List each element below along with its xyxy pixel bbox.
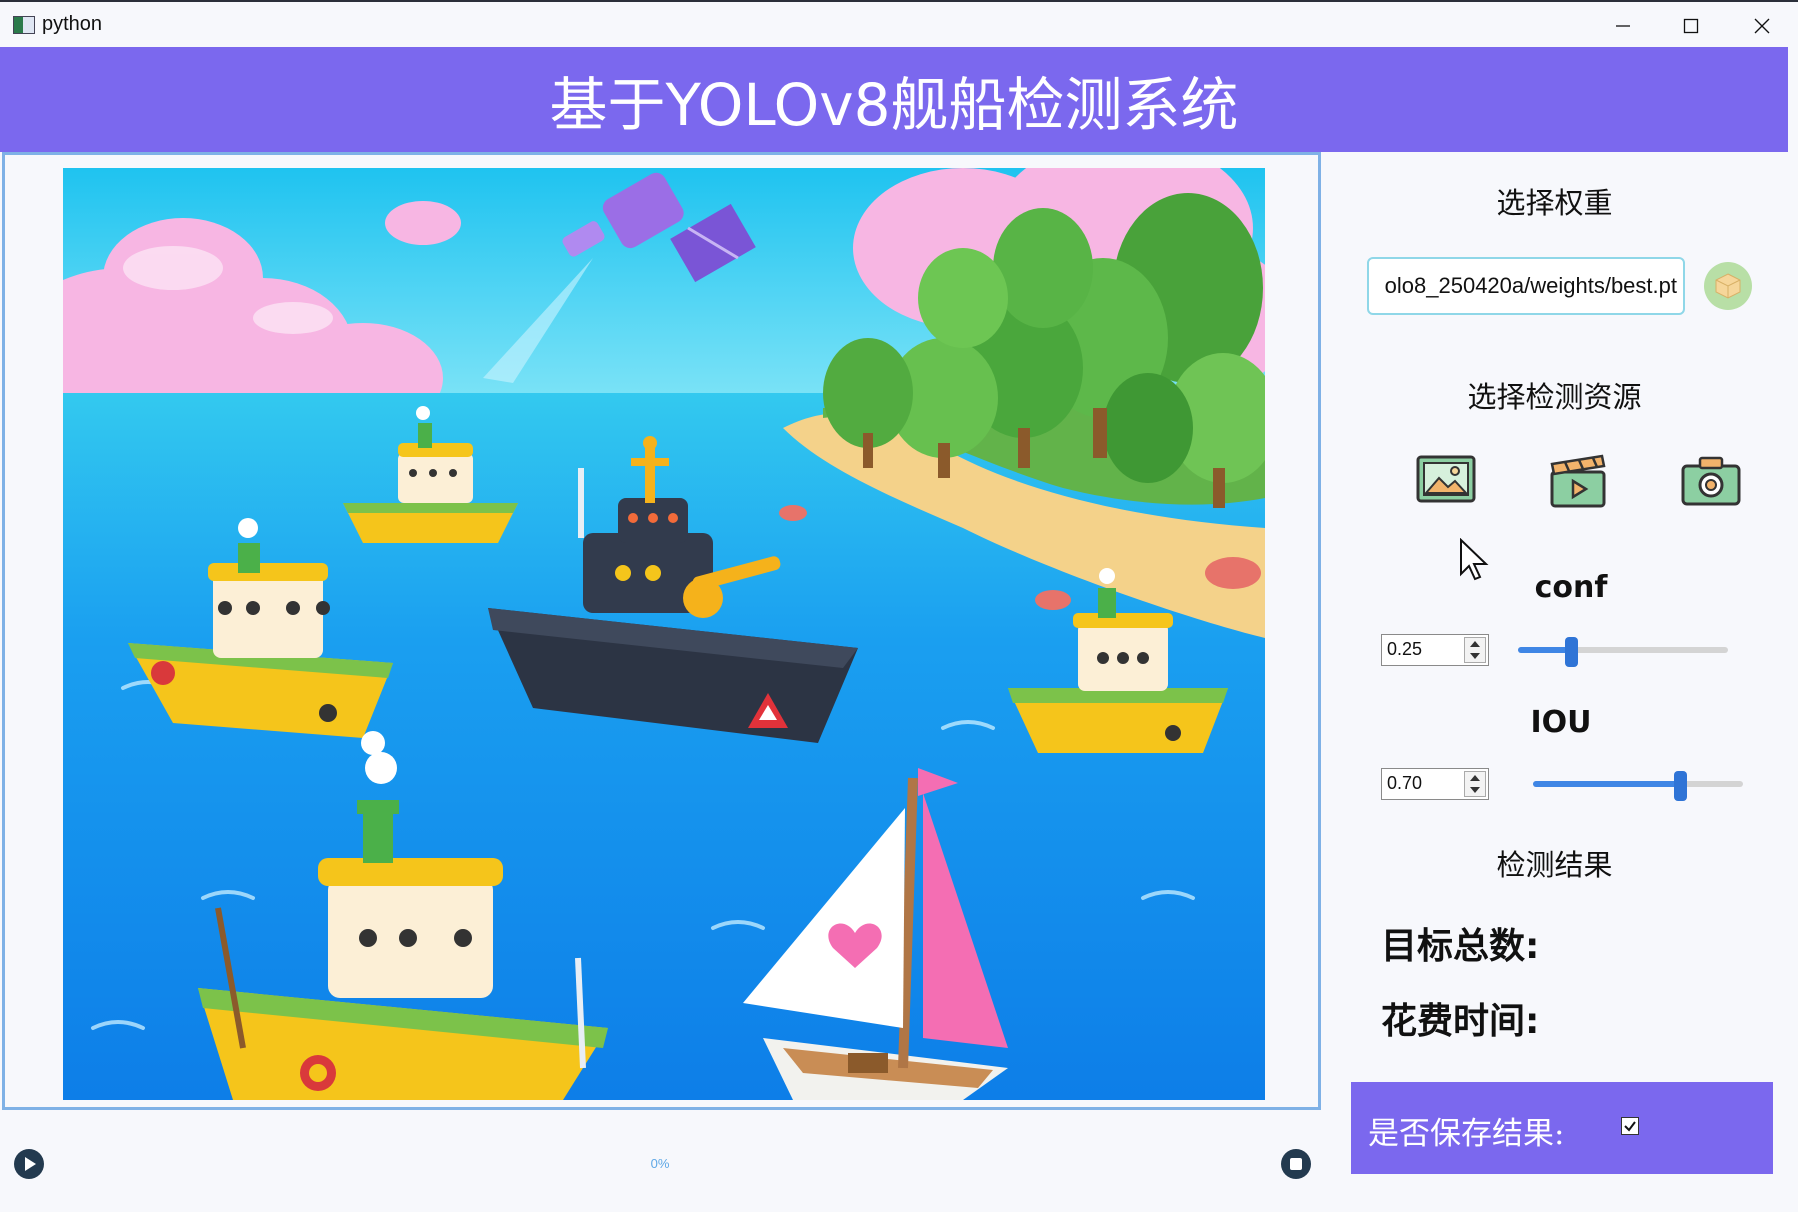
iou-label: IOU [1530, 705, 1592, 740]
window-title: python [42, 13, 103, 35]
stop-button[interactable] [1281, 1149, 1311, 1179]
iou-slider[interactable] [1533, 771, 1743, 801]
maximize-button[interactable] [1660, 8, 1722, 44]
iou-slider-fill [1533, 781, 1680, 787]
minimize-icon [1616, 25, 1630, 27]
save-results-checkbox[interactable] [1621, 1117, 1639, 1135]
close-icon [1754, 18, 1770, 34]
conf-label: conf [1534, 570, 1608, 605]
weights-section-title: 选择权重 [1496, 186, 1613, 220]
select-weights-button[interactable] [1704, 262, 1752, 310]
iou-slider-handle[interactable] [1674, 771, 1687, 801]
conf-value: 0.25 [1387, 639, 1423, 659]
source-section-title: 选择检测资源 [1467, 380, 1642, 414]
video-icon [1550, 454, 1606, 508]
app-icon [13, 16, 35, 34]
image-display-panel [2, 152, 1321, 1110]
ship-scene-illustration [63, 168, 1265, 1100]
minimize-button[interactable] [1592, 8, 1654, 44]
header-banner: 基于YOLOv8舰船检测系统 [0, 47, 1788, 152]
select-camera-button[interactable] [1680, 452, 1742, 508]
conf-spin-arrows[interactable] [1464, 637, 1486, 663]
select-image-button[interactable] [1415, 452, 1477, 508]
app-window: python 基于YOLOv8舰船检测系统 选择权重 olo8_250420a/… [0, 0, 1798, 1212]
iou-spin-arrows[interactable] [1464, 771, 1486, 797]
conf-spinbox[interactable]: 0.25 [1381, 634, 1489, 666]
title-bar: python [0, 0, 1798, 47]
results-section-title: 检测结果 [1496, 848, 1613, 882]
time-spent-label: 花费时间: [1381, 1001, 1540, 1042]
conf-slider-fill [1518, 647, 1571, 653]
camera-icon [1681, 456, 1741, 506]
total-targets-label: 目标总数: [1381, 926, 1540, 967]
close-button[interactable] [1731, 8, 1793, 44]
conf-slider-handle[interactable] [1564, 637, 1578, 667]
select-video-button[interactable] [1547, 452, 1609, 508]
save-results-box: 是否保存结果: [1351, 1082, 1773, 1174]
iou-value: 0.70 [1387, 773, 1423, 793]
detection-image [63, 168, 1265, 1100]
maximize-icon [1683, 18, 1699, 34]
page-title: 基于YOLOv8舰船检测系统 [549, 70, 1239, 139]
play-button[interactable] [14, 1149, 44, 1179]
conf-slider[interactable] [1518, 637, 1728, 667]
control-panel: 选择权重 olo8_250420a/weights/best.pt 选择检测资源 [1321, 152, 1788, 1212]
save-results-label: 是否保存结果: [1368, 1116, 1565, 1152]
iou-spinbox[interactable]: 0.70 [1381, 768, 1489, 800]
cube-icon [1715, 273, 1741, 299]
mouse-cursor-icon [1460, 538, 1489, 581]
checkmark-icon [1624, 1121, 1636, 1132]
progress-text: 0% [650, 1156, 670, 1171]
weights-path-input[interactable]: olo8_250420a/weights/best.pt [1367, 257, 1685, 315]
image-icon [1416, 455, 1476, 503]
